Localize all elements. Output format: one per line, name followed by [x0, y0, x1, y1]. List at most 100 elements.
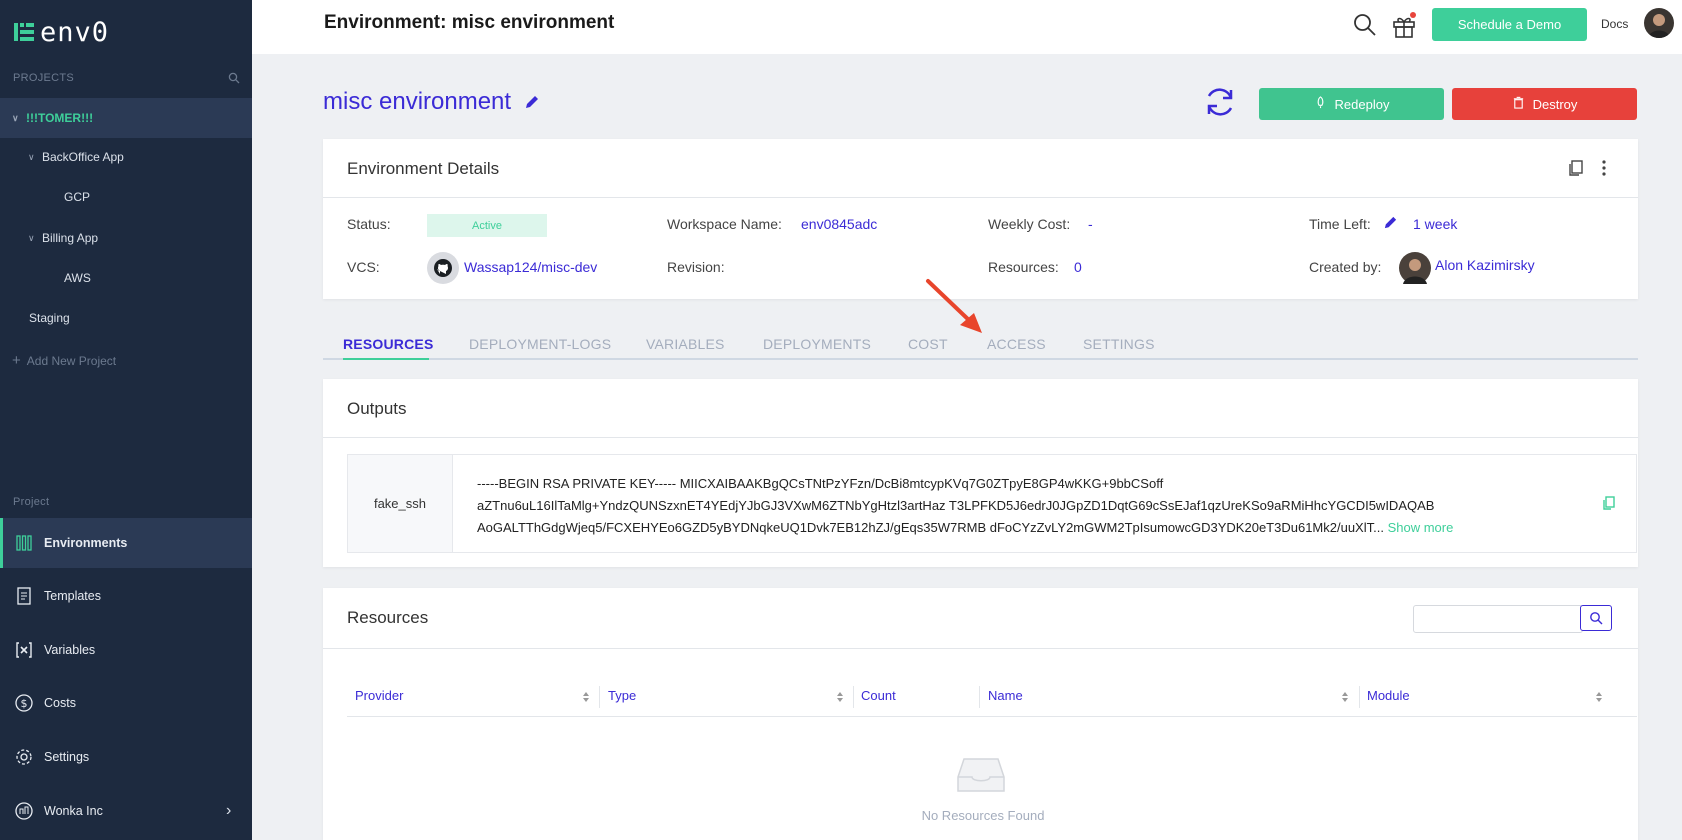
empty-state-text: No Resources Found [921, 808, 1045, 823]
search-icon [1590, 612, 1603, 625]
nav-costs[interactable]: $ Costs [0, 678, 252, 728]
user-avatar[interactable] [1644, 8, 1674, 38]
status-badge: Active [427, 214, 547, 237]
column-header-module[interactable]: Module [1367, 688, 1410, 703]
column-separator [1359, 686, 1360, 708]
copy-icon[interactable] [1567, 159, 1585, 177]
refresh-icon[interactable] [1202, 84, 1238, 120]
column-header-provider[interactable]: Provider [355, 688, 403, 703]
project-gcp[interactable]: GCP [64, 190, 90, 204]
tab-variables[interactable]: VARIABLES [646, 336, 725, 352]
add-project-button[interactable]: + Add New Project [12, 352, 116, 369]
page-title: Environment: misc environment [324, 12, 615, 33]
plus-icon: + [12, 352, 21, 369]
sort-icon[interactable] [582, 691, 590, 703]
copy-icon[interactable] [1601, 495, 1617, 511]
project-aws[interactable]: AWS [64, 271, 91, 285]
divider [323, 648, 1638, 649]
chevron-down-icon: ∨ [28, 151, 35, 162]
column-separator [853, 686, 854, 708]
tab-resources[interactable]: RESOURCES [343, 336, 433, 352]
project-search-icon[interactable] [228, 72, 240, 84]
project-tomer[interactable]: ∨ !!!TOMER!!! [0, 98, 252, 138]
redeploy-label: Redeploy [1334, 96, 1390, 112]
output-value-line: aZTnu6uL16IlTaMlg+YndzQUNSzxnET4YEdjYJbG… [477, 498, 1435, 513]
resources-count: 0 [1074, 259, 1082, 275]
card-title: Outputs [347, 399, 407, 418]
empty-inbox-icon [957, 758, 1005, 792]
sidebar: env0 PROJECTS ∨ !!!TOMER!!! ∨ BackOffice… [0, 0, 252, 840]
docs-link[interactable]: Docs [1601, 17, 1628, 31]
org-switcher[interactable]: Wonka Inc › [0, 786, 252, 836]
resources-search-input[interactable] [1413, 605, 1583, 633]
nav-settings[interactable]: Settings [0, 732, 252, 782]
vcs-repo-link[interactable]: Wassap124/misc-dev [464, 259, 597, 275]
output-value-text: AoGALTThGdgWjeq5/FCXEHYEo6GZD5yBYDNqkeUQ… [477, 520, 1384, 535]
resources-label: Resources: [988, 259, 1059, 275]
vcs-label: VCS: [347, 259, 380, 275]
time-left-value: 1 week [1413, 216, 1458, 232]
project-label: BackOffice App [42, 150, 124, 164]
environments-icon [14, 533, 34, 553]
costs-icon: $ [14, 693, 34, 713]
env0-logo[interactable]: env0 [14, 16, 109, 48]
top-bar: Environment: misc environment Schedule a… [252, 0, 1682, 54]
tab-deployment-logs[interactable]: DEPLOYMENT-LOGS [469, 336, 611, 352]
nav-label: Templates [44, 589, 101, 603]
project-backoffice-app[interactable]: ∨ BackOffice App [28, 150, 124, 164]
org-label: Wonka Inc [44, 804, 103, 818]
sort-icon[interactable] [836, 691, 844, 703]
workspace-value: env0845adc [801, 216, 878, 232]
project-label: Staging [29, 311, 70, 325]
notification-dot [1410, 12, 1416, 18]
edit-pencil-icon[interactable] [1383, 215, 1398, 230]
tab-settings[interactable]: SETTINGS [1083, 336, 1155, 352]
column-header-count[interactable]: Count [861, 688, 896, 703]
resources-search-button[interactable] [1580, 605, 1612, 631]
nav-label: Environments [44, 536, 128, 550]
nav-templates[interactable]: Templates [0, 571, 252, 621]
schedule-demo-button[interactable]: Schedule a Demo [1432, 8, 1587, 41]
nav-variables[interactable]: Variables [0, 625, 252, 675]
tab-cost[interactable]: COST [908, 336, 948, 352]
column-header-type[interactable]: Type [608, 688, 636, 703]
destroy-button[interactable]: Destroy [1452, 88, 1637, 120]
chevron-down-icon: ∨ [28, 232, 35, 243]
created-by-label: Created by: [1309, 259, 1382, 275]
divider [323, 437, 1638, 438]
creator-avatar [1399, 252, 1431, 284]
card-title: Resources [347, 608, 429, 627]
project-label: AWS [64, 271, 91, 285]
project-billing-app[interactable]: ∨ Billing App [28, 231, 98, 245]
destroy-label: Destroy [1532, 96, 1578, 112]
weekly-cost-value: - [1088, 216, 1093, 232]
column-separator [979, 686, 980, 708]
output-key: fake_ssh [348, 455, 453, 552]
variables-icon [14, 640, 34, 660]
more-options-icon[interactable] [1601, 159, 1607, 177]
gift-icon[interactable] [1390, 12, 1418, 40]
sort-icon[interactable] [1595, 691, 1603, 703]
nav-label: Variables [44, 643, 96, 657]
redeploy-button[interactable]: Redeploy [1259, 88, 1444, 120]
show-more-link[interactable]: Show more [1388, 520, 1454, 535]
column-header-name[interactable]: Name [988, 688, 1023, 703]
nav-label: Settings [44, 750, 90, 764]
weekly-cost-label: Weekly Cost: [988, 216, 1071, 232]
created-by-value: Alon Kazimirsky [1435, 257, 1535, 273]
search-icon[interactable] [1352, 12, 1378, 38]
tab-access[interactable]: ACCESS [987, 336, 1046, 352]
tab-deployments[interactable]: DEPLOYMENTS [763, 336, 871, 352]
project-staging[interactable]: Staging [29, 311, 70, 325]
project-section-label: Project [13, 496, 50, 508]
nav-environments[interactable]: Environments [0, 518, 252, 568]
active-tab-indicator [343, 358, 429, 360]
environment-name: misc environment [323, 88, 512, 115]
project-label: !!!TOMER!!! [26, 111, 94, 125]
settings-icon [14, 747, 34, 767]
projects-section-label: PROJECTS [13, 72, 75, 84]
sort-icon[interactable] [1341, 691, 1349, 703]
resources-card: Resources Provider Type Count Name Modul… [323, 588, 1638, 840]
edit-pencil-icon[interactable] [524, 94, 540, 110]
project-label: Billing App [42, 231, 99, 245]
